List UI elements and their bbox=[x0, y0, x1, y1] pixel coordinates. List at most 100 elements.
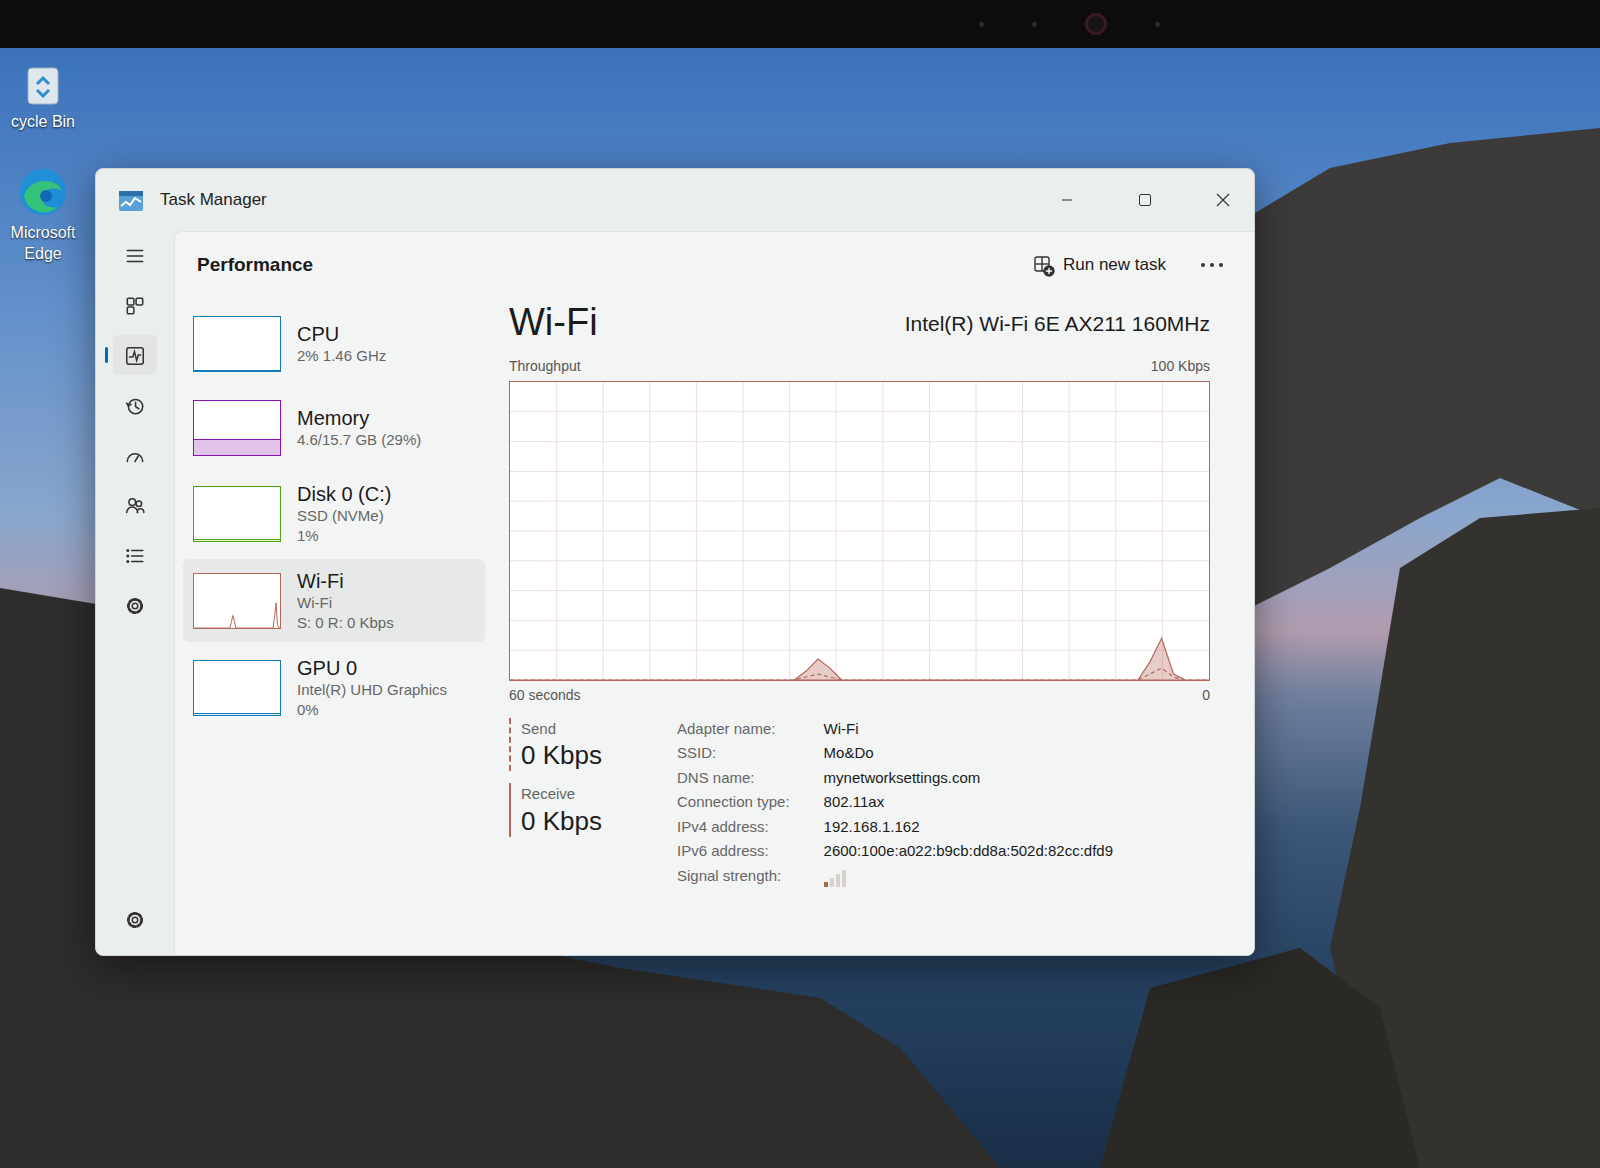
resource-thumbnail bbox=[193, 486, 281, 542]
startup-apps-icon bbox=[124, 443, 146, 467]
nav-item[interactable] bbox=[113, 435, 157, 475]
resource-item[interactable]: GPU 0Intel(R) UHD Graphics0% bbox=[183, 646, 485, 729]
resource-name: Disk 0 (C:) bbox=[297, 482, 391, 506]
services-icon bbox=[124, 593, 146, 617]
resource-detail: SSD (NVMe) bbox=[297, 506, 391, 526]
time-end: 0 bbox=[1202, 685, 1210, 706]
mini-graph bbox=[194, 401, 280, 455]
maximize-button[interactable] bbox=[1114, 176, 1176, 224]
resource-name: Wi-Fi bbox=[297, 569, 394, 593]
resource-thumbnail bbox=[193, 573, 281, 629]
send-series bbox=[510, 668, 1209, 680]
property-label: IPv4 address: bbox=[677, 816, 790, 839]
resource-item[interactable]: Wi-FiWi-FiS: 0 R: 0 Kbps bbox=[183, 559, 485, 642]
camera-icon bbox=[1085, 13, 1107, 35]
nav-item[interactable] bbox=[113, 535, 157, 575]
throughput-stats: Send0 KbpsReceive0 Kbps bbox=[509, 718, 629, 888]
nav-item[interactable] bbox=[113, 899, 157, 939]
property-value: mynetworksettings.com bbox=[824, 767, 1113, 790]
property-value: Wi-Fi bbox=[824, 718, 1113, 741]
resource-detail: 0% bbox=[297, 700, 447, 720]
page-header: PerformanceRun new task bbox=[175, 232, 1254, 298]
signal-strength-icon bbox=[824, 867, 848, 884]
resource-detail: 1% bbox=[297, 526, 391, 546]
sensor-icon bbox=[979, 22, 984, 27]
resource-thumbnail bbox=[193, 660, 281, 716]
resource-item[interactable]: CPU2% 1.46 GHz bbox=[183, 304, 485, 384]
title-bar: Task Manager bbox=[96, 169, 1254, 231]
property-value: 802.11ax bbox=[824, 791, 1113, 814]
detail-header: Wi-Fi Intel(R) Wi-Fi 6E AX211 160MHz bbox=[509, 298, 1210, 344]
resource-thumbnail bbox=[193, 316, 281, 372]
stat-block: Send0 Kbps bbox=[509, 718, 629, 772]
resource-item[interactable]: Memory4.6/15.7 GB (29%) bbox=[183, 388, 485, 468]
performance-area: CPU2% 1.46 GHz Memory4.6/15.7 GB (29%) Dis… bbox=[175, 298, 1254, 955]
property-label: IPv6 address: bbox=[677, 840, 790, 863]
property-label: Signal strength: bbox=[677, 865, 790, 888]
mini-graph bbox=[194, 487, 280, 541]
resource-list: CPU2% 1.46 GHz Memory4.6/15.7 GB (29%) Dis… bbox=[175, 298, 493, 955]
task-manager-window: Task ManagerPerformanceRun new taskCPU2%… bbox=[95, 168, 1255, 956]
gear-icon bbox=[124, 907, 146, 931]
screen-bezel bbox=[0, 0, 1600, 48]
property-label: Connection type: bbox=[677, 791, 790, 814]
nav-item[interactable] bbox=[113, 235, 157, 275]
stat-block: Receive0 Kbps bbox=[509, 783, 629, 837]
resource-text: Wi-FiWi-FiS: 0 R: 0 Kbps bbox=[297, 569, 394, 632]
desktop-icons: cycle Bin Microsoft Edge bbox=[0, 58, 90, 268]
usage-line bbox=[194, 370, 280, 371]
resource-name: CPU bbox=[297, 322, 386, 346]
resource-detail: 4.6/15.7 GB (29%) bbox=[297, 430, 421, 450]
more-options-icon[interactable] bbox=[1192, 249, 1232, 281]
content-panel: PerformanceRun new taskCPU2% 1.46 GHzMem… bbox=[174, 231, 1254, 955]
minimize-button[interactable] bbox=[1036, 176, 1098, 224]
details-icon bbox=[124, 543, 146, 567]
receive-series bbox=[510, 638, 1209, 680]
resource-text: Memory4.6/15.7 GB (29%) bbox=[297, 406, 421, 450]
mini-graph bbox=[194, 661, 280, 715]
usage-line bbox=[194, 713, 280, 714]
resource-detail: S: 0 R: 0 Kbps bbox=[297, 613, 394, 633]
edge-icon bbox=[16, 165, 70, 219]
nav-item[interactable] bbox=[113, 585, 157, 625]
detail-pane: Wi-Fi Intel(R) Wi-Fi 6E AX211 160MHz Throu… bbox=[493, 298, 1254, 955]
nav-item[interactable] bbox=[113, 485, 157, 525]
task-manager-icon bbox=[118, 188, 144, 212]
usage-line bbox=[194, 539, 280, 540]
property-value bbox=[824, 865, 1113, 888]
desktop: cycle Bin Microsoft Edge Task Manager Perfo… bbox=[0, 48, 1600, 1168]
shortcut-label: Microsoft Edge bbox=[2, 223, 84, 265]
run-new-task-button[interactable]: Run new task bbox=[1023, 246, 1176, 284]
usage-fill bbox=[194, 439, 280, 455]
nav-item[interactable] bbox=[113, 335, 157, 375]
axis-max: 100 Kbps bbox=[1151, 356, 1210, 377]
chart-bottom-axis: 60 seconds0 bbox=[509, 681, 1210, 710]
throughput-chart bbox=[510, 382, 1209, 680]
chart-top-axis: Throughput100 Kbps bbox=[509, 352, 1210, 381]
resource-item[interactable]: Disk 0 (C:)SSD (NVMe)1% bbox=[183, 472, 485, 555]
detail-stats: Send0 KbpsReceive0 KbpsAdapter name:Wi-F… bbox=[509, 718, 1210, 888]
close-button[interactable] bbox=[1192, 176, 1254, 224]
menu-icon bbox=[124, 243, 146, 267]
shortcut-label: cycle Bin bbox=[11, 112, 75, 133]
stat-label: Send bbox=[521, 718, 629, 741]
resource-detail: Wi-Fi bbox=[297, 593, 394, 613]
desktop-shortcut[interactable]: Microsoft Edge bbox=[0, 161, 86, 269]
detail-title: Wi-Fi bbox=[509, 302, 598, 344]
stat-value: 0 Kbps bbox=[521, 806, 629, 837]
window-title: Task Manager bbox=[160, 187, 1020, 213]
resource-thumbnail bbox=[193, 400, 281, 456]
nav-item[interactable] bbox=[113, 385, 157, 425]
processes-icon bbox=[124, 293, 146, 317]
recycle-bin-icon bbox=[20, 62, 66, 108]
resource-name: Memory bbox=[297, 406, 421, 430]
nav-item[interactable] bbox=[113, 285, 157, 325]
run-new-task-label: Run new task bbox=[1063, 252, 1166, 278]
desktop-shortcut[interactable]: cycle Bin bbox=[0, 58, 86, 137]
users-icon bbox=[124, 493, 146, 517]
adapter-model: Intel(R) Wi-Fi 6E AX211 160MHz bbox=[905, 308, 1210, 344]
resource-detail: 2% 1.46 GHz bbox=[297, 346, 386, 366]
screen: cycle Bin Microsoft Edge Task Manager Perfo… bbox=[0, 0, 1600, 1168]
mini-graph bbox=[194, 574, 280, 628]
mini-graph bbox=[194, 317, 280, 371]
